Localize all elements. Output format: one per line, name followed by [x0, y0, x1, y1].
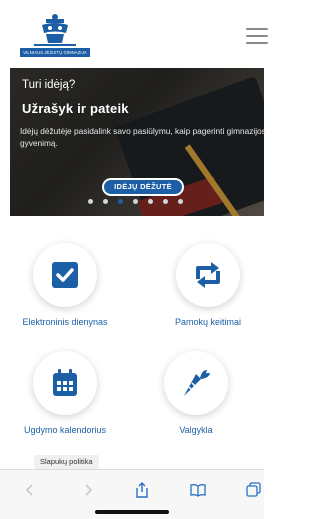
tile-circle[interactable] [33, 243, 97, 307]
hero-title: Užrašyk ir pateik [22, 101, 129, 116]
share-icon[interactable] [134, 482, 150, 498]
crest-icon [34, 14, 76, 46]
tile-circle[interactable] [33, 351, 97, 415]
tile-label: Elektroninis dienynas [22, 317, 108, 327]
tile-circle[interactable] [164, 351, 228, 415]
carousel-dots [88, 199, 198, 205]
carrot-icon [184, 370, 210, 396]
tile-canteen[interactable]: Valgykla [141, 351, 251, 435]
tile-label: Ugdymo kalendorius [23, 425, 107, 435]
carousel-dot[interactable] [133, 199, 138, 204]
hero-description: Idėjų dėžutėje pasidalink savo pasiūlymu… [20, 126, 266, 148]
carousel-dot[interactable] [163, 199, 168, 204]
tile-label: Pamokų keitimai [174, 317, 242, 327]
tile-circle[interactable] [176, 243, 240, 307]
back-icon[interactable] [22, 482, 38, 498]
site-header: VILNIAUS JĖZUITŲ GIMNAZIJA [0, 0, 268, 68]
tile-lesson-changes[interactable]: Pamokų keitimai [153, 243, 263, 327]
carousel-dot[interactable] [148, 199, 153, 204]
carousel-dot[interactable] [103, 199, 108, 204]
tile-education-calendar[interactable]: Ugdymo kalendorius [10, 351, 120, 435]
logo-text: VILNIAUS JĖZUITŲ GIMNAZIJA [20, 48, 90, 57]
tile-electronic-diary[interactable]: Elektroninis dienynas [10, 243, 120, 327]
cookie-policy-link[interactable]: Slapukų politika [34, 455, 99, 469]
tile-label: Valgykla [179, 425, 213, 435]
swap-arrows-icon [196, 262, 220, 288]
calendar-icon [53, 369, 77, 396]
carousel-dot[interactable] [118, 199, 123, 204]
home-indicator[interactable] [95, 510, 169, 514]
idea-box-button[interactable]: IDĖJŲ DĖŽUTĖ [102, 178, 184, 196]
bookmarks-icon[interactable] [190, 482, 206, 498]
forward-icon[interactable] [80, 482, 96, 498]
carousel-dot[interactable] [88, 199, 93, 204]
hamburger-menu-icon[interactable] [246, 28, 268, 44]
school-logo[interactable]: VILNIAUS JĖZUITŲ GIMNAZIJA [20, 13, 90, 59]
tabs-icon[interactable] [246, 482, 262, 498]
hero-kicker: Turi idėją? [22, 79, 76, 91]
checkbox-icon [52, 262, 78, 288]
carousel-dot[interactable] [178, 199, 183, 204]
